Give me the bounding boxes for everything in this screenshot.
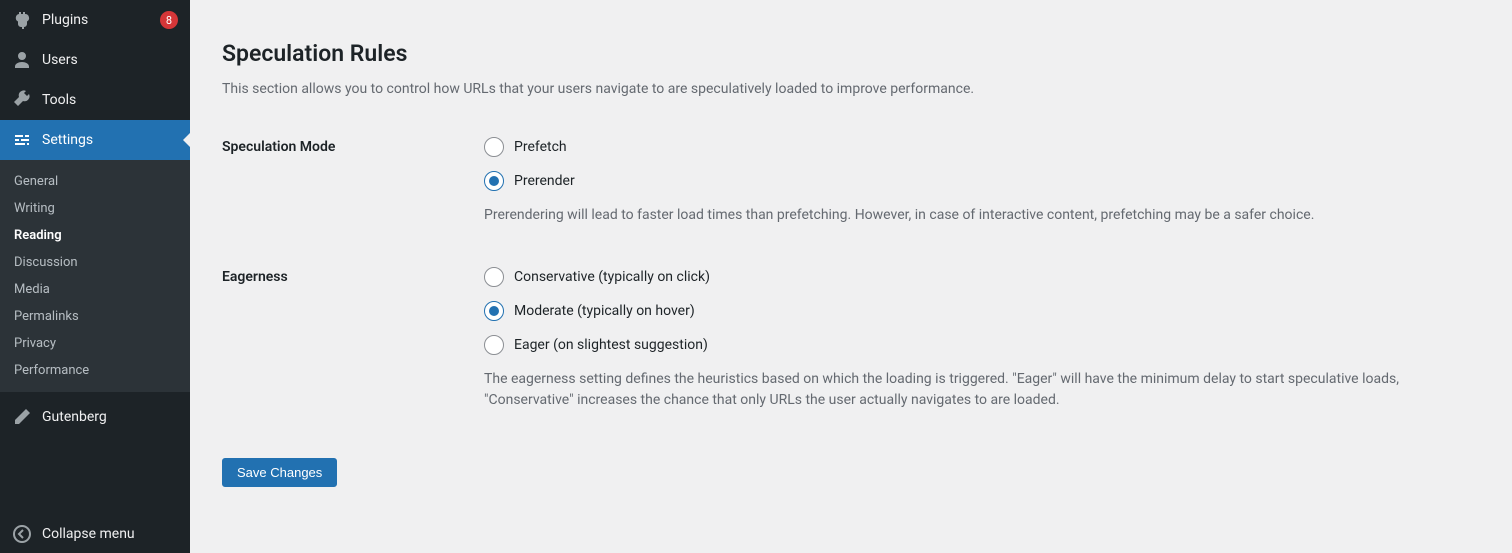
mode-help: Prerendering will lead to faster load ti…: [484, 205, 1444, 227]
main-content: Speculation Rules This section allows yo…: [190, 0, 1512, 553]
collapse-menu[interactable]: Collapse menu: [0, 513, 190, 553]
subitem-reading[interactable]: Reading: [0, 222, 190, 249]
radio-prerender[interactable]: [484, 171, 504, 191]
sidebar-item-label: Settings: [42, 132, 178, 148]
subitem-discussion[interactable]: Discussion: [0, 249, 190, 276]
row-speculation-mode: Speculation Mode Prefetch Prerender Prer…: [222, 137, 1480, 227]
wrench-icon: [12, 90, 32, 110]
collapse-label: Collapse menu: [42, 526, 178, 542]
radio-label: Prerender: [514, 173, 575, 189]
plugins-badge: 8: [160, 11, 178, 29]
sidebar-item-label: Users: [42, 52, 178, 68]
sidebar-item-tools[interactable]: Tools: [0, 80, 190, 120]
row-eagerness: Eagerness Conservative (typically on cli…: [222, 267, 1480, 412]
sidebar-item-label: Tools: [42, 92, 178, 108]
radio-prefetch[interactable]: [484, 137, 504, 157]
sidebar-item-settings[interactable]: Settings: [0, 120, 190, 160]
save-button[interactable]: Save Changes: [222, 458, 337, 487]
eagerness-option-eager[interactable]: Eager (on slightest suggestion): [484, 335, 1464, 355]
eagerness-option-conservative[interactable]: Conservative (typically on click): [484, 267, 1464, 287]
mode-label: Speculation Mode: [222, 137, 484, 227]
settings-submenu: General Writing Reading Discussion Media…: [0, 160, 190, 392]
sidebar-item-plugins[interactable]: Plugins 8: [0, 0, 190, 40]
plugin-icon: [12, 10, 32, 30]
eagerness-help: The eagerness setting defines the heuris…: [484, 369, 1444, 412]
mode-option-prefetch[interactable]: Prefetch: [484, 137, 1464, 157]
sidebar-item-label: Plugins: [42, 12, 154, 28]
collapse-icon: [12, 524, 32, 544]
sidebar-item-users[interactable]: Users: [0, 40, 190, 80]
page-title: Speculation Rules: [222, 40, 1480, 67]
radio-label: Conservative (typically on click): [514, 269, 710, 285]
sidebar-item-label: Gutenberg: [42, 409, 178, 425]
user-icon: [12, 50, 32, 70]
subitem-writing[interactable]: Writing: [0, 195, 190, 222]
eagerness-label: Eagerness: [222, 267, 484, 412]
sliders-icon: [12, 130, 32, 150]
radio-eager[interactable]: [484, 335, 504, 355]
subitem-general[interactable]: General: [0, 168, 190, 195]
subitem-permalinks[interactable]: Permalinks: [0, 303, 190, 330]
subitem-privacy[interactable]: Privacy: [0, 330, 190, 357]
radio-label: Moderate (typically on hover): [514, 303, 695, 319]
eagerness-option-moderate[interactable]: Moderate (typically on hover): [484, 301, 1464, 321]
page-description: This section allows you to control how U…: [222, 81, 1222, 97]
radio-moderate[interactable]: [484, 301, 504, 321]
subitem-performance[interactable]: Performance: [0, 357, 190, 384]
mode-option-prerender[interactable]: Prerender: [484, 171, 1464, 191]
subitem-media[interactable]: Media: [0, 276, 190, 303]
sidebar-item-gutenberg[interactable]: Gutenberg: [0, 397, 190, 437]
admin-sidebar: Plugins 8 Users Tools Settings General W…: [0, 0, 190, 553]
radio-label: Prefetch: [514, 139, 567, 155]
radio-conservative[interactable]: [484, 267, 504, 287]
pencil-icon: [12, 407, 32, 427]
radio-label: Eager (on slightest suggestion): [514, 337, 708, 353]
active-pointer: [183, 132, 191, 148]
